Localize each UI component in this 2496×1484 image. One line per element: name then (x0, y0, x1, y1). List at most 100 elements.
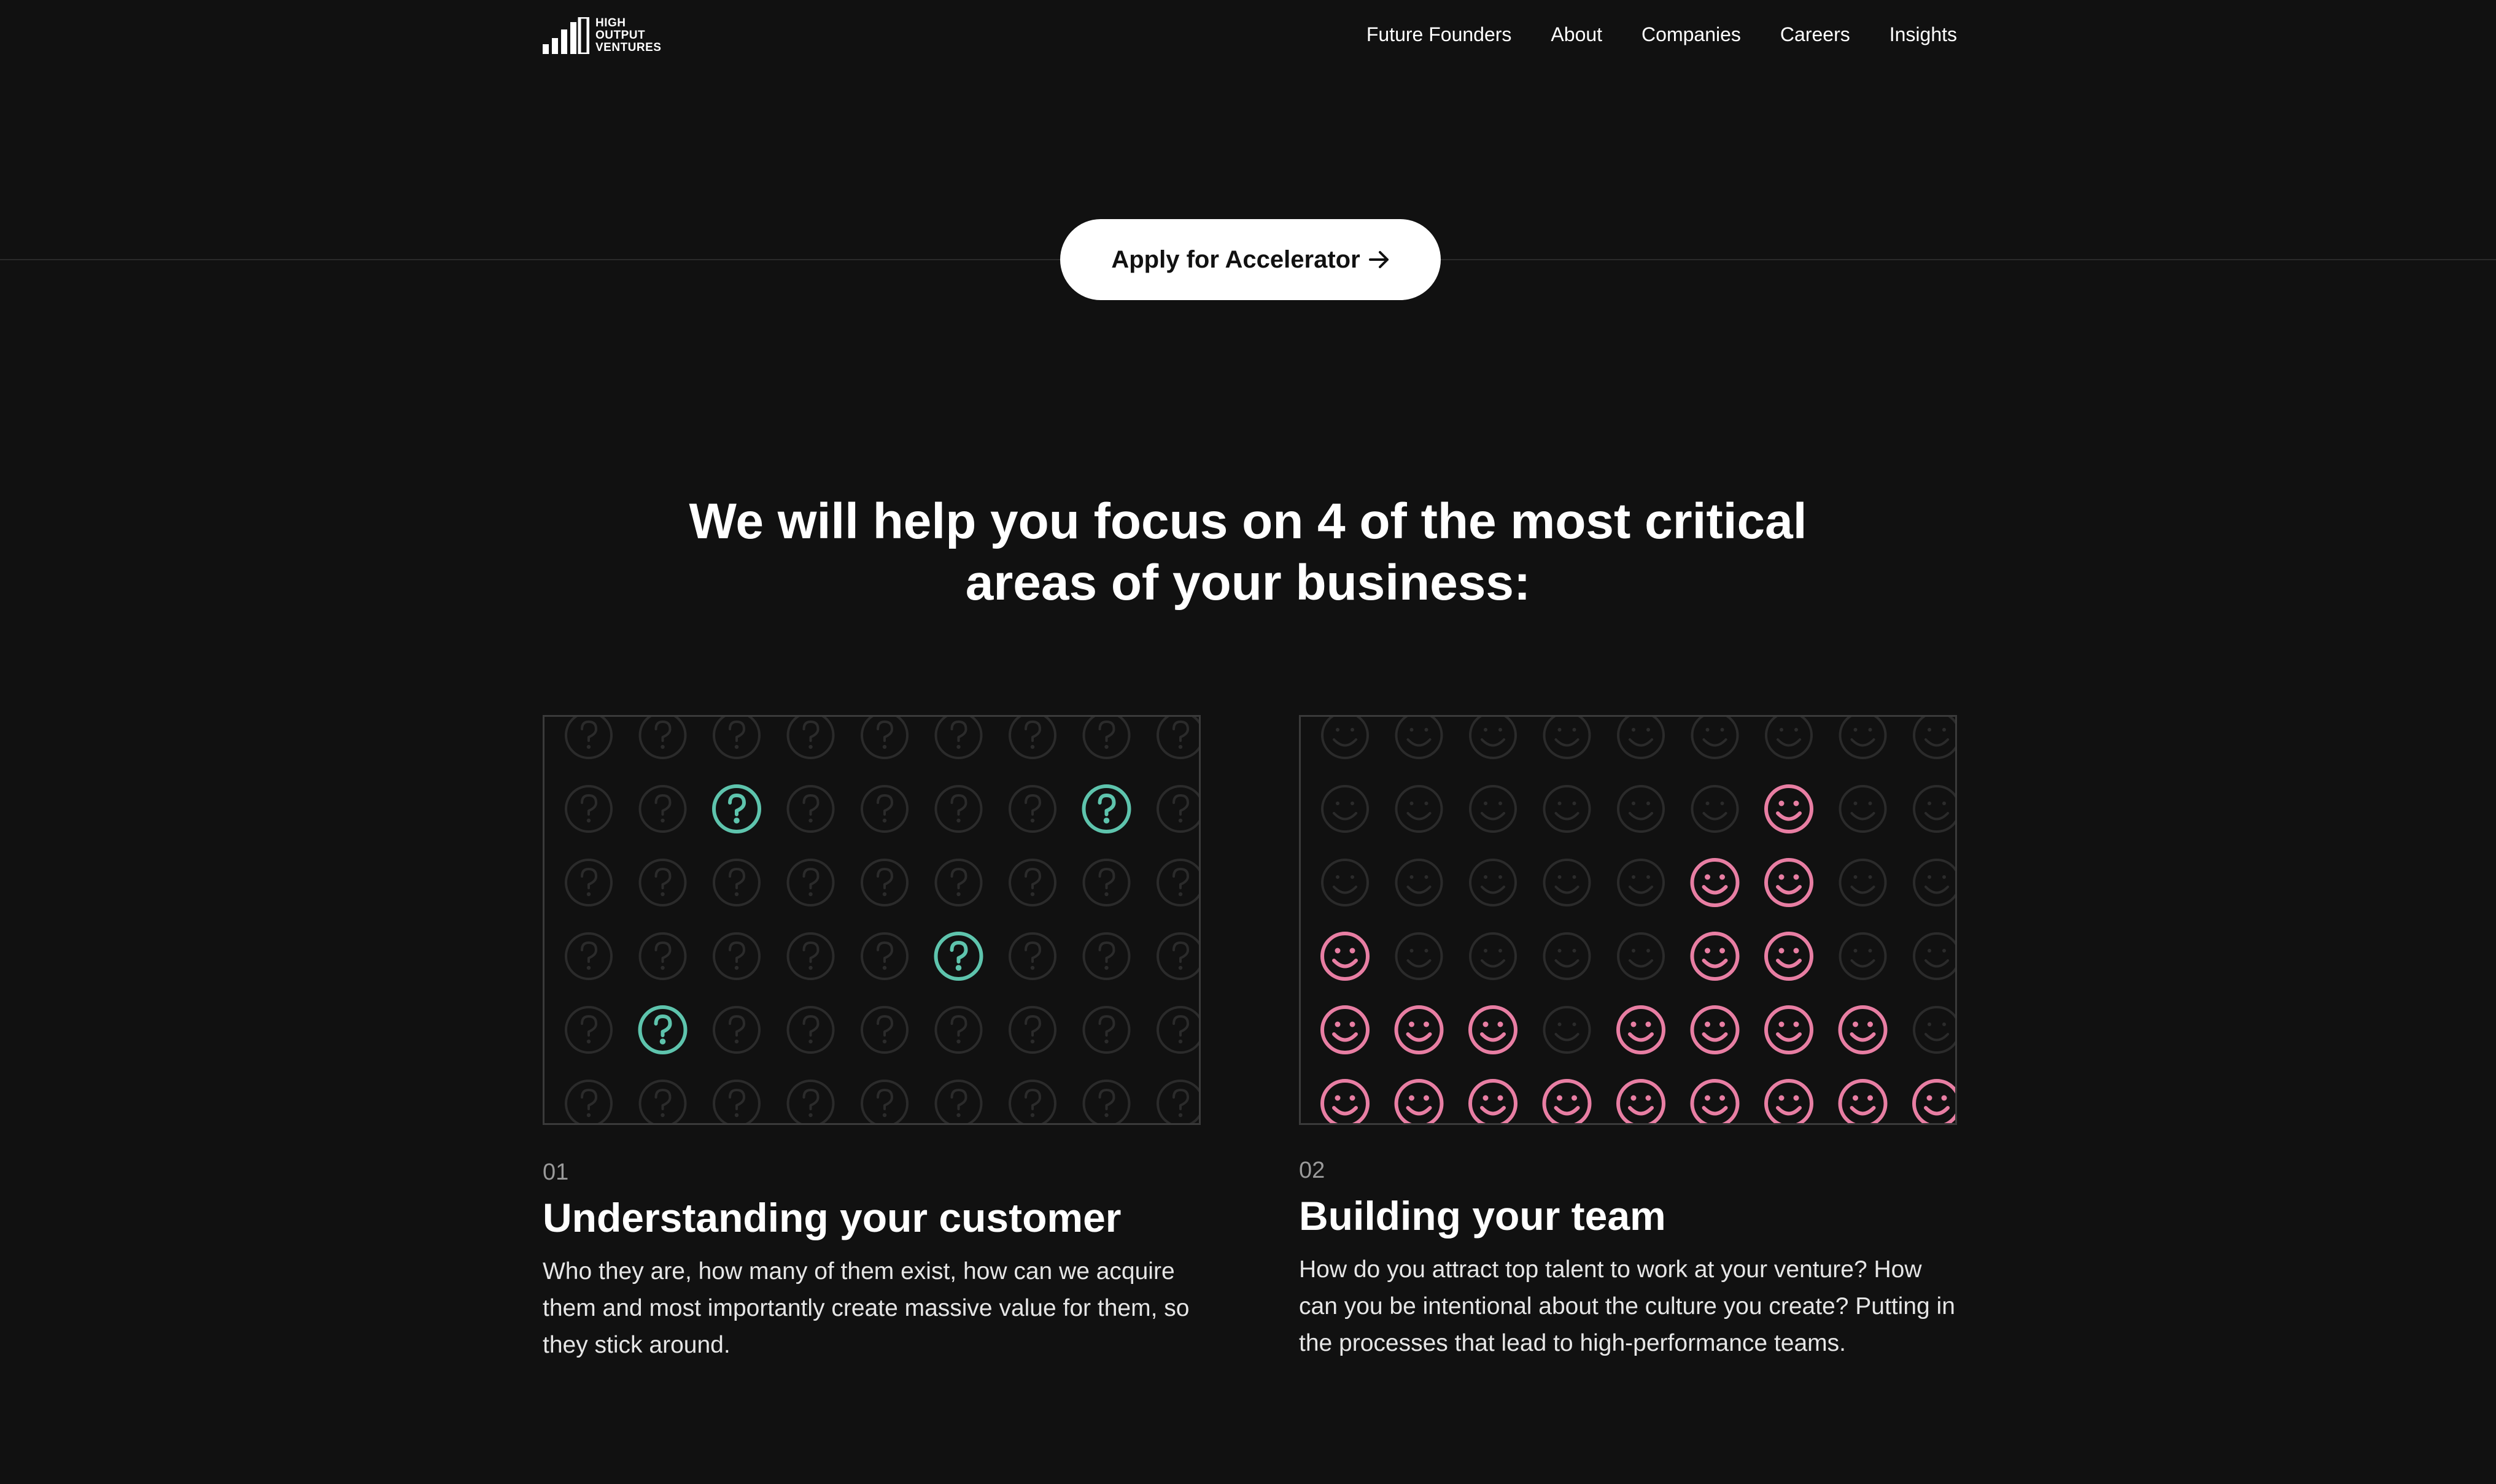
question-circle-icon (1009, 932, 1056, 980)
bar-chart-logo-icon (543, 17, 589, 54)
nav-link-insights[interactable]: Insights (1889, 21, 1957, 48)
question-circle-icon (1009, 1006, 1056, 1054)
question-circle-icon (861, 717, 909, 759)
question-circle-icon (712, 784, 761, 833)
question-circle-icon (786, 1080, 835, 1123)
nav-link-careers[interactable]: Careers (1780, 21, 1850, 48)
question-circle-icon (786, 932, 835, 980)
smiley-face-icon (1764, 858, 1813, 907)
nav-link-future-founders[interactable]: Future Founders (1366, 21, 1512, 48)
smiley-face-icon (1469, 785, 1517, 833)
question-circle-icon (1157, 785, 1199, 833)
nav-link-companies[interactable]: Companies (1641, 21, 1741, 48)
question-circle-icon (1009, 717, 1056, 759)
smiley-face-icon (1321, 717, 1369, 759)
smiley-face-icon (1913, 717, 1955, 759)
question-circle-icon (1157, 1080, 1199, 1123)
smiley-face-icon (1617, 717, 1665, 759)
smiley-face-icon (1690, 932, 1740, 981)
smiley-face-icon (1321, 785, 1369, 833)
smiley-face-icon (1690, 1079, 1740, 1123)
question-circle-icon (1082, 1080, 1131, 1123)
smiley-face-icon (1320, 1005, 1370, 1054)
smiley-face-icon (1395, 717, 1443, 759)
smiley-face-icon (1543, 932, 1591, 980)
question-circle-icon (713, 1080, 761, 1123)
question-circle-icon (861, 1006, 909, 1054)
smiley-face-icon (1691, 785, 1739, 833)
smiley-face-icon (1321, 859, 1369, 906)
smiley-face-icon (1913, 785, 1955, 833)
focus-card-customer: 01 Understanding your customer Who they … (543, 715, 1201, 1364)
apply-button-label: Apply for Accelerator (1111, 245, 1360, 273)
smiley-face-icon (1764, 784, 1813, 833)
question-circle-icon (786, 859, 835, 906)
question-circle-icon (565, 1006, 613, 1054)
smiley-face-icon (1617, 932, 1665, 980)
question-circle-icon (786, 1006, 835, 1054)
question-circle-icon (934, 1006, 983, 1054)
smiley-icon-grid (1320, 717, 1955, 1123)
question-circle-icon (1082, 859, 1131, 906)
card-description: Who they are, how many of them exist, ho… (543, 1258, 1190, 1358)
smiley-face-icon (1913, 1006, 1955, 1054)
smiley-face-icon (1468, 1005, 1517, 1054)
question-circle-icon (713, 1006, 761, 1054)
smiley-face-icon (1320, 932, 1370, 981)
smiley-face-icon (1839, 717, 1887, 759)
card-number: 01 (543, 1159, 569, 1185)
smiley-face-icon (1543, 785, 1591, 833)
smiley-face-icon (1617, 785, 1665, 833)
nav-link-about[interactable]: About (1551, 21, 1602, 48)
smiley-face-icon (1764, 1079, 1813, 1123)
smiley-face-icon (1838, 1005, 1888, 1054)
smiley-face-icon (1617, 859, 1665, 906)
question-circle-icon (565, 785, 613, 833)
customer-icon-grid (543, 715, 1201, 1125)
smiley-face-icon (1913, 859, 1955, 906)
smiley-face-icon (1395, 932, 1443, 980)
question-circle-icon (638, 1005, 688, 1054)
smiley-face-icon (1468, 1079, 1517, 1123)
question-circle-icon (1009, 859, 1056, 906)
team-icon-grid (1299, 715, 1957, 1125)
logo-line: OUTPUT (595, 29, 646, 42)
smiley-face-icon (1616, 1079, 1665, 1123)
smiley-face-icon (1394, 1079, 1444, 1123)
question-circle-icon (638, 932, 687, 980)
card-number: 02 (1299, 1157, 1325, 1183)
smiley-face-icon (1469, 932, 1517, 980)
question-circle-icon (1082, 932, 1131, 980)
question-circle-icon (565, 932, 613, 980)
smiley-face-icon (1394, 1005, 1444, 1054)
focus-card-team: 02 Building your team How do you attract… (1299, 715, 1957, 1362)
smiley-face-icon (1839, 785, 1887, 833)
card-description: How do you attract top talent to work at… (1299, 1256, 1955, 1356)
question-circle-icon (861, 932, 909, 980)
logo-line: VENTURES (595, 41, 662, 54)
question-circle-icon (713, 932, 761, 980)
smiley-face-icon (1690, 858, 1740, 907)
question-circle-icon (713, 717, 761, 759)
smiley-face-icon (1691, 717, 1739, 759)
brand-logo[interactable]: HIGH OUTPUT VENTURES (543, 17, 661, 54)
question-circle-icon (565, 1080, 613, 1123)
logo-line: HIGH (595, 17, 626, 29)
question-circle-icon (786, 785, 835, 833)
question-circle-icon (638, 1080, 687, 1123)
apply-accelerator-button[interactable]: Apply for Accelerator (1060, 219, 1441, 300)
question-circle-icon (1009, 1080, 1056, 1123)
smiley-face-icon (1764, 1005, 1813, 1054)
question-circle-icon (1157, 859, 1199, 906)
smiley-face-icon (1469, 717, 1517, 759)
question-circle-icon (1082, 784, 1131, 833)
question-circle-icon (1157, 717, 1199, 759)
smiley-face-icon (1543, 717, 1591, 759)
question-circle-icon (713, 859, 761, 906)
smiley-face-icon (1912, 1079, 1955, 1123)
card-title: Understanding your customer (543, 1195, 1122, 1240)
smiley-face-icon (1839, 932, 1887, 980)
main-nav: Future Founders About Companies Careers … (1366, 21, 1957, 48)
smiley-face-icon (1913, 932, 1955, 980)
question-circle-icon (861, 1080, 909, 1123)
